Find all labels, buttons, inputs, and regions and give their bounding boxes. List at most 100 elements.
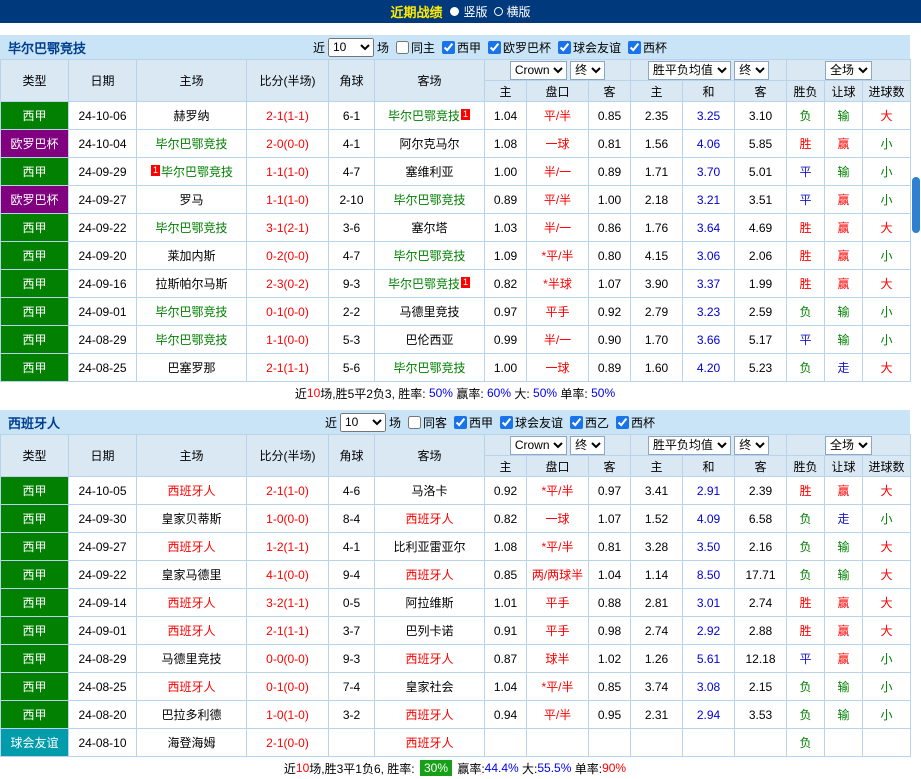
- filter-option-球会友谊[interactable]: 球会友谊: [558, 39, 621, 56]
- avg-stage-select[interactable]: 终: [734, 435, 770, 455]
- match-count-select[interactable]: 10: [339, 412, 386, 432]
- away-team[interactable]: 塞尔塔: [374, 213, 485, 242]
- filter-checkbox-西乙[interactable]: [570, 415, 584, 429]
- avg-odds-select[interactable]: 胜平负均值: [647, 435, 731, 455]
- matches-tbody: 西甲 24-10-05 西班牙人 2-1(1-0) 4-6 马洛卡 0.92 *平/半 0.97…: [0, 476, 912, 757]
- home-team[interactable]: 马德里竞技: [136, 644, 247, 673]
- filter-option-西杯[interactable]: 西杯: [616, 414, 655, 431]
- table-header-row-1: 类型 日期 主场 比分(半场) 角球 客场 Crown 终 胜平负均值 终 全场: [0, 59, 912, 102]
- half-full-score: 2-1(0-0): [246, 728, 329, 757]
- filter-checkbox-西甲[interactable]: [453, 415, 467, 429]
- home-team[interactable]: 巴塞罗那: [136, 353, 247, 382]
- avg-home-odds: 1.56: [630, 129, 683, 158]
- filter-option-球会友谊[interactable]: 球会友谊: [500, 414, 563, 431]
- avg-away-odds: [733, 728, 788, 757]
- match-row: 西甲 24-09-27 西班牙人 1-2(1-1) 4-1 比利亚雷亚尔 1.08 *平/半 0…: [0, 532, 912, 561]
- away-team[interactable]: 毕尔巴鄂竞技: [374, 185, 485, 214]
- home-team[interactable]: 皇家马德里: [136, 560, 247, 589]
- filter-checkbox-西杯[interactable]: [628, 40, 642, 54]
- home-team[interactable]: 毕尔巴鄂竞技: [136, 213, 247, 242]
- filter-option-同客[interactable]: 同客: [407, 414, 447, 431]
- home-team[interactable]: 西班牙人: [136, 532, 247, 561]
- filter-option-同主[interactable]: 同主: [395, 39, 435, 56]
- red-card-badge: 1: [150, 165, 160, 176]
- avg-home-odds: 3.28: [630, 532, 683, 561]
- filter-option-西甲[interactable]: 西甲: [441, 39, 481, 56]
- match-count-select[interactable]: 10: [327, 37, 374, 57]
- summary-part: 近: [283, 761, 296, 776]
- avg-away-odds: 12.18: [733, 644, 788, 673]
- filter-checkbox-球会友谊[interactable]: [558, 40, 572, 54]
- away-team[interactable]: 马德里竞技: [374, 297, 485, 326]
- away-team[interactable]: 毕尔巴鄂竞技: [374, 241, 485, 270]
- filter-checkbox-同客[interactable]: [407, 415, 421, 429]
- filter-option-西杯[interactable]: 西杯: [628, 39, 667, 56]
- filter-option-西甲[interactable]: 西甲: [453, 414, 493, 431]
- away-team[interactable]: 塞维利亚: [374, 157, 485, 186]
- away-team[interactable]: 阿尔克马尔: [374, 129, 485, 158]
- home-team[interactable]: 毕尔巴鄂竞技: [136, 129, 247, 158]
- home-team[interactable]: 西班牙人: [136, 588, 247, 617]
- away-team[interactable]: 巴伦西亚: [374, 325, 485, 354]
- away-team[interactable]: 阿拉维斯: [374, 588, 485, 617]
- avg-stage-select[interactable]: 终: [734, 60, 770, 80]
- home-team[interactable]: 皇家贝蒂斯: [136, 504, 247, 533]
- away-team[interactable]: 皇家社会: [374, 672, 485, 701]
- home-team[interactable]: 西班牙人: [136, 476, 247, 505]
- odds-away: 1.07: [588, 504, 631, 533]
- team-name-text: 罗马: [179, 193, 204, 207]
- odds-source-select[interactable]: Crown: [509, 435, 567, 455]
- avg-odds-select[interactable]: 胜平负均值: [647, 60, 731, 80]
- odds-away: 1.07: [588, 269, 631, 298]
- team-name: 毕尔巴鄂竞技: [8, 40, 87, 56]
- home-team[interactable]: 罗马: [136, 185, 247, 214]
- match-filter: 近 10 场 同主 西甲 欧罗巴杯 球会友谊 西杯: [313, 37, 667, 57]
- home-team[interactable]: 毕尔巴鄂竞技: [136, 325, 247, 354]
- layout-option-vertical[interactable]: 竖版: [450, 3, 488, 20]
- away-team[interactable]: 巴列卡诺: [374, 616, 485, 645]
- away-team[interactable]: 西班牙人: [374, 504, 485, 533]
- league-type: 西甲: [0, 269, 69, 298]
- away-team[interactable]: 毕尔巴鄂竞技 1: [374, 269, 485, 298]
- filter-option-西乙[interactable]: 西乙: [570, 414, 609, 431]
- result-goals: 小: [862, 700, 912, 729]
- subcol-胜负: 胜负: [786, 455, 826, 477]
- away-team[interactable]: 毕尔巴鄂竞技 1: [374, 101, 485, 130]
- team-name-text: 毕尔巴鄂竞技: [155, 137, 228, 151]
- league-type: 西甲: [0, 588, 69, 617]
- away-team[interactable]: 毕尔巴鄂竞技: [374, 353, 485, 382]
- filter-checkbox-同主[interactable]: [395, 40, 409, 54]
- away-team[interactable]: 西班牙人: [374, 728, 485, 757]
- odds-handicap: 一球: [526, 504, 589, 533]
- scope-select[interactable]: 全场: [825, 435, 873, 455]
- home-team[interactable]: 毕尔巴鄂竞技: [136, 297, 247, 326]
- filter-option-欧罗巴杯[interactable]: 欧罗巴杯: [488, 39, 551, 56]
- home-team[interactable]: 拉斯帕尔马斯: [136, 269, 247, 298]
- result-goals: 小: [862, 129, 912, 158]
- home-team[interactable]: 赫罗纳: [136, 101, 247, 130]
- filter-checkbox-欧罗巴杯[interactable]: [488, 40, 501, 54]
- scope-select[interactable]: 全场: [825, 60, 873, 80]
- filter-checkbox-西甲[interactable]: [441, 40, 455, 54]
- filter-checkbox-西杯[interactable]: [616, 415, 630, 429]
- home-team[interactable]: 海登海姆: [136, 728, 247, 757]
- away-team[interactable]: 西班牙人: [374, 700, 485, 729]
- league-type: 西甲: [0, 532, 69, 561]
- filter-checkbox-球会友谊[interactable]: [500, 415, 513, 429]
- odds-source-select[interactable]: Crown: [509, 60, 567, 80]
- odds-stage-select[interactable]: 终: [570, 60, 606, 80]
- home-team[interactable]: 西班牙人: [136, 616, 247, 645]
- summary-part: 10: [306, 386, 321, 400]
- away-team[interactable]: 马洛卡: [374, 476, 485, 505]
- scrollbar-thumb[interactable]: [912, 177, 920, 233]
- home-team[interactable]: 1 毕尔巴鄂竞技: [136, 157, 247, 186]
- layout-option-horizontal[interactable]: 横版: [493, 3, 531, 20]
- home-team[interactable]: 西班牙人: [136, 672, 247, 701]
- away-team[interactable]: 西班牙人: [374, 560, 485, 589]
- odds-stage-select[interactable]: 终: [570, 435, 606, 455]
- home-team[interactable]: 巴拉多利德: [136, 700, 247, 729]
- away-team[interactable]: 比利亚雷亚尔: [374, 532, 485, 561]
- home-team[interactable]: 莱加内斯: [136, 241, 247, 270]
- away-team[interactable]: 西班牙人: [374, 644, 485, 673]
- match-date: 24-09-22: [68, 560, 137, 589]
